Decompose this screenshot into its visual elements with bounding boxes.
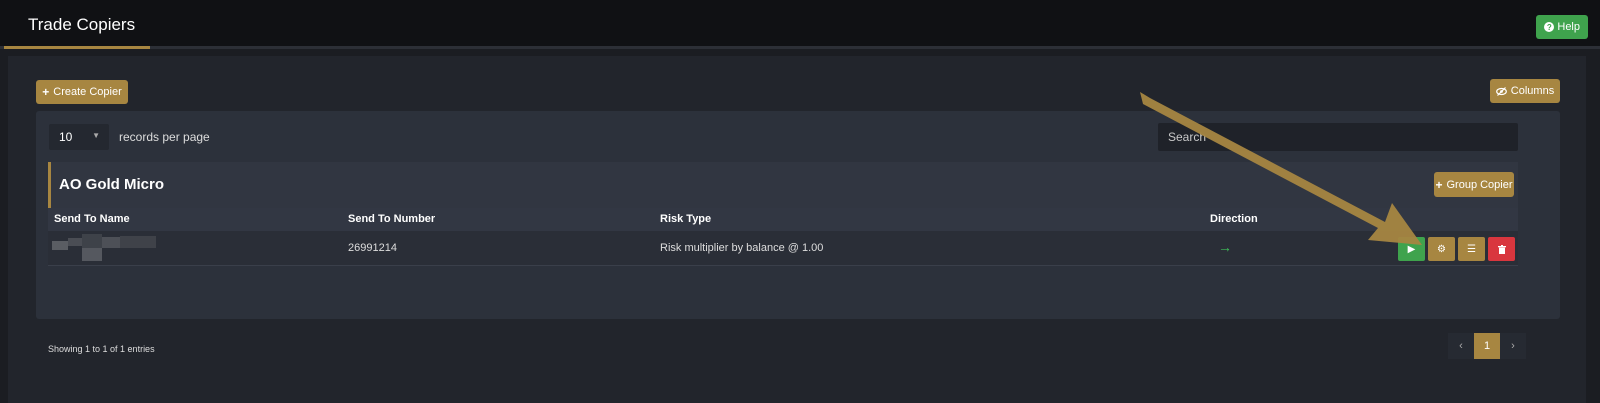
cogs-icon: ⚙ [1437,243,1446,255]
trash-icon [1497,244,1506,254]
group-title: AO Gold Micro [59,176,164,193]
copier-table-panel: 10 ▼ records per page AO Gold Micro + Gr… [36,111,1560,359]
help-button[interactable]: ? Help [1536,15,1588,39]
create-copier-button[interactable]: + Create Copier [36,80,128,104]
copier-list-button[interactable]: ☰ [1458,237,1485,261]
column-header-send-to-name[interactable]: Send To Name [54,213,130,225]
page-length-value: 10 [59,130,73,144]
tab-trade-copiers[interactable]: Trade Copiers [4,0,150,49]
caret-down-icon: ▼ [92,131,100,140]
table-header: Send To Name Send To Number Risk Type Di… [48,208,1518,231]
columns-label: Columns [1510,85,1555,97]
column-header-risk-type[interactable]: Risk Type [660,213,711,225]
page-title: Trade Copiers [28,15,136,34]
help-label: Help [1557,21,1580,33]
pagination: ‹ 1 › [1448,333,1526,359]
main-content: + Create Copier Columns 10 ▼ records per… [8,56,1586,403]
direction-arrow-icon: → [1218,239,1232,255]
page-length-select[interactable]: 10 ▼ [49,124,109,150]
start-copier-button[interactable]: ▶ [1398,237,1425,261]
table-info: Showing 1 to 1 of 1 entries [48,344,155,354]
group-copier-label: Group Copier [1446,178,1513,191]
group-copier-button[interactable]: + Group Copier [1434,172,1514,197]
column-header-send-to-number[interactable]: Send To Number [348,213,435,225]
risk-type: Risk multiplier by balance @ 1.00 [660,242,824,254]
list-icon: ☰ [1467,243,1476,255]
eye-slash-icon [1495,86,1507,96]
copier-table: Send To Name Send To Number Risk Type Di… [48,208,1518,266]
chevron-left-icon: ‹ [1459,340,1463,352]
chevron-right-icon: › [1511,340,1515,352]
top-bar: Trade Copiers ? Help [0,0,1600,49]
page-button-1[interactable]: 1 [1474,333,1500,359]
plus-icon: + [42,85,50,99]
play-icon: ▶ [1407,243,1416,255]
page-length-label: records per page [119,130,210,144]
column-header-direction[interactable]: Direction [1210,213,1258,225]
group-header: AO Gold Micro + Group Copier [48,162,1518,208]
columns-button[interactable]: Columns [1490,79,1560,103]
table-row: 26991214 Risk multiplier by balance @ 1.… [48,231,1518,266]
redacted-name [52,234,156,264]
delete-copier-button[interactable] [1488,237,1515,261]
next-page-button[interactable]: › [1500,333,1526,359]
copier-settings-button[interactable]: ⚙ [1428,237,1455,261]
create-copier-label: Create Copier [53,86,122,98]
plus-icon: + [1435,177,1443,192]
previous-page-button[interactable]: ‹ [1448,333,1474,359]
search-input[interactable] [1158,123,1518,151]
send-to-number: 26991214 [348,242,397,254]
question-circle-icon: ? [1544,22,1555,32]
